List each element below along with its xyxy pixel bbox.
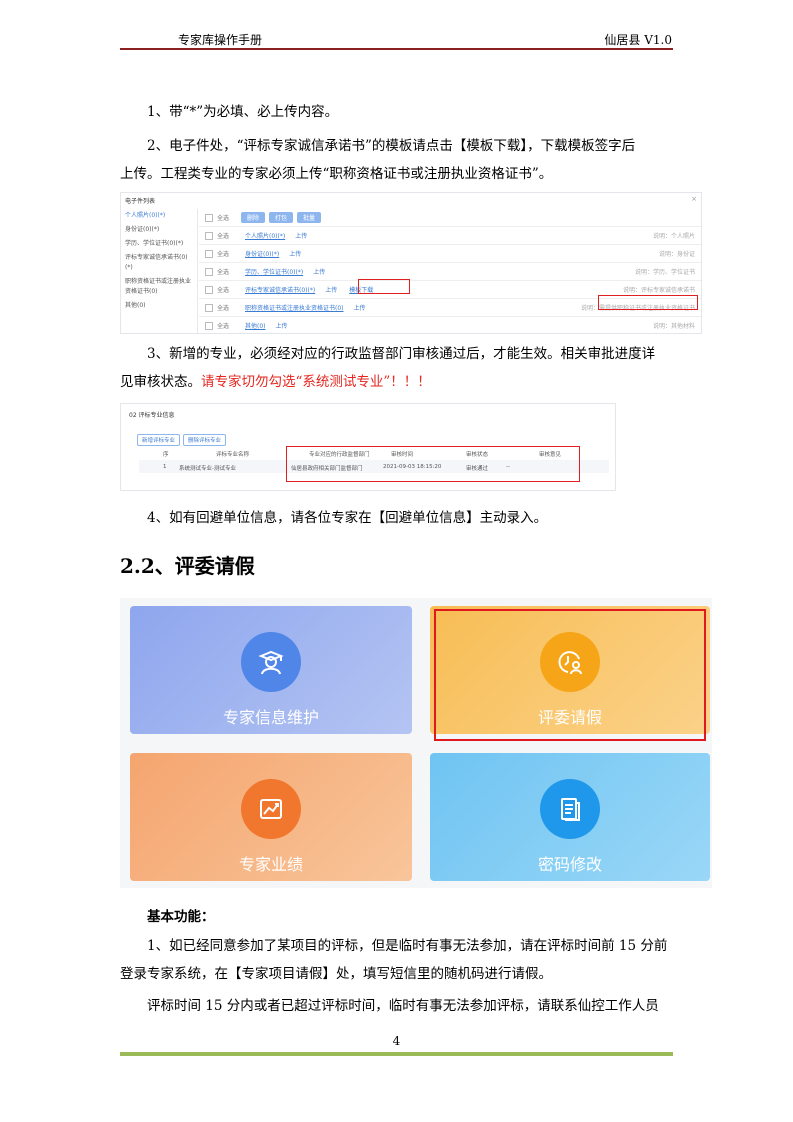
basic-1a: 1、如已经同意参加了某项目的评标，但是临时有事无法参加，请在评标时间前 15 分… [147, 938, 668, 954]
upload-link: 上传 [313, 269, 326, 276]
highlight-box [286, 446, 580, 482]
tile-expert-performance[interactable]: 专家业绩 [130, 753, 412, 881]
delete-major-button: 删除评标专业 [183, 434, 227, 446]
instruction-block-1: 1、带“*”为必填、必上传内容。 2、电子件处，“评标专家诚信承诺书”的模板请点… [120, 98, 673, 188]
attachment-list-screenshot: 电子件列表 × 个人照片(0)(*) 身份证(0)(*) 学历、学位证书(0)(… [120, 192, 702, 334]
highlight-box [358, 279, 410, 294]
row-check-label: 全选 [217, 305, 230, 312]
row-hint: 说明：评标专家诚信承诺书 [622, 287, 695, 294]
tile-label: 专家业绩 [238, 855, 303, 874]
checkbox [205, 213, 213, 222]
row-link: 个人照片(0)(*) [245, 233, 286, 240]
instruction-block-3: 3、新增的专业，必须经对应的行政监督部门审核通过后，才能生效。相关审批进度详 见… [120, 340, 673, 396]
upload-link: 上传 [295, 233, 308, 240]
col-header: 评标专业名称 [216, 452, 250, 458]
chart-trend-icon [241, 779, 301, 839]
row-check-label: 全选 [217, 269, 230, 276]
upload-link: 上传 [289, 251, 302, 258]
row-hint: 说明：学历、学位证书 [634, 269, 695, 276]
major-panel-title: 02 评标专业信息 [129, 412, 175, 419]
sidebar-item: 职称资格证书或注册执业资格证书(0) [125, 278, 192, 295]
page-number: 4 [392, 1034, 401, 1048]
instruction-3a: 3、新增的专业，必须经对应的行政监督部门审核通过后，才能生效。相关审批进度详 [147, 346, 656, 362]
basic-1b: 登录专家系统，在【专家项目请假】处，填写短信里的随机码进行请假。 [120, 966, 552, 982]
tile-expert-info[interactable]: 专家信息维护 [130, 606, 412, 734]
row-check-label: 全选 [217, 323, 230, 330]
upload-link: 上传 [275, 323, 288, 330]
instruction-3b: 见审核状态。 [120, 374, 201, 390]
tile-change-password[interactable]: 密码修改 [430, 753, 710, 881]
table-row: 全选 个人照片(0)(*) 上传 说明：个人照片 [199, 227, 701, 245]
select-all-label: 全选 [217, 215, 230, 222]
row-link: 职称资格证书或注册执业资格证书(0) [245, 305, 344, 312]
upload-link: 上传 [353, 305, 366, 312]
instruction-1: 1、带“*”为必填、必上传内容。 [147, 104, 339, 120]
row-link: 学历、学位证书(0)(*) [245, 269, 304, 276]
instruction-2a: 2、电子件处，“评标专家诚信承诺书”的模板请点击【模板下载】，下载模板签字后 [147, 138, 636, 154]
cell: 系统测试专业-测试专业 [179, 466, 236, 472]
highlight-box [598, 295, 698, 310]
row-hint: 说明：个人照片 [652, 233, 695, 240]
sidebar-item: 个人照片(0)(*) [125, 212, 166, 219]
upload-link: 上传 [325, 287, 338, 294]
checkbox [205, 249, 213, 258]
basic-2: 评标时间 15 分内或者已超过评标时间，临时有事无法参加评标，请联系仙控工作人员 [147, 998, 659, 1014]
batch-button: 批量 [297, 212, 322, 223]
basic-functions-block: 1、如已经同意参加了某项目的评标，但是临时有事无法参加，请在评标时间前 15 分… [120, 932, 673, 1020]
row-hint: 说明：身份证 [658, 251, 695, 258]
toolbar-row: 全选 删除 打包 批量 [199, 209, 701, 227]
table-row: 全选 学历、学位证书(0)(*) 上传 说明：学历、学位证书 [199, 263, 701, 281]
sidebar-item: 其他(0) [125, 302, 146, 309]
checkbox [205, 267, 213, 276]
close-icon: × [691, 195, 697, 203]
evaluation-major-screenshot: 02 评标专业信息 新增评标专业 删除评标专业 序 评标专业名称 专业对应的行政… [120, 403, 616, 491]
checkbox [205, 321, 213, 330]
cell: 1 [163, 464, 167, 470]
warning-text: 请专家切勿勾选“系统测试专业”！！！ [201, 374, 431, 390]
checkbox [205, 231, 213, 240]
section-title: 2.2、评委请假 [120, 554, 255, 578]
document-icon [540, 779, 600, 839]
sidebar-item: 评标专家诚信承诺书(0)(*) [125, 254, 188, 271]
table-row: 全选 身份证(0)(*) 上传 说明：身份证 [199, 245, 701, 263]
attachment-rows: 全选 删除 打包 批量 全选 个人照片(0)(*) 上传 说明：个人照片 全选 … [199, 209, 701, 333]
function-tile-panel: 专家信息维护 评委请假 专家业绩 密码修改 [120, 598, 712, 888]
row-check-label: 全选 [217, 233, 230, 240]
row-link: 身份证(0)(*) [245, 251, 280, 258]
attachment-list-title: 电子件列表 [125, 198, 156, 205]
add-major-button: 新增评标专业 [137, 434, 181, 446]
checkbox [205, 303, 213, 312]
attachment-sidebar: 个人照片(0)(*) 身份证(0)(*) 学历、学位证书(0)(*) 评标专家诚… [121, 209, 198, 333]
header-title: 专家库操作手册 [178, 33, 263, 47]
expert-graduate-icon [241, 632, 301, 692]
sidebar-item: 身份证(0)(*) [125, 226, 160, 233]
row-link: 评标专家诚信承诺书(0)(*) [245, 287, 316, 294]
row-check-label: 全选 [217, 251, 230, 258]
footer-divider [120, 1052, 673, 1056]
header-divider [120, 48, 673, 50]
table-row: 全选 其他(0) 上传 说明：其他材料 [199, 317, 701, 333]
row-check-label: 全选 [217, 287, 230, 294]
checkbox [205, 285, 213, 294]
pack-button: 打包 [269, 212, 294, 223]
instruction-2b: 上传。工程类专业的专家必须上传“职称资格证书或注册执业资格证书”。 [120, 166, 553, 182]
tile-label: 专家信息维护 [222, 708, 319, 727]
header-version: 仙居县 V1.0 [604, 33, 672, 47]
basic-functions-title: 基本功能： [147, 909, 215, 925]
instruction-4: 4、如有回避单位信息，请各位专家在【回避单位信息】主动录入。 [147, 510, 548, 526]
col-header: 序 [163, 452, 169, 458]
highlight-box [434, 609, 706, 741]
row-link: 其他(0) [245, 323, 266, 330]
sidebar-item: 学历、学位证书(0)(*) [125, 240, 184, 247]
delete-button: 删除 [241, 212, 266, 223]
row-hint: 说明：其他材料 [652, 323, 695, 330]
instruction-block-4: 4、如有回避单位信息，请各位专家在【回避单位信息】主动录入。 [120, 504, 673, 532]
tile-label: 密码修改 [537, 855, 602, 874]
